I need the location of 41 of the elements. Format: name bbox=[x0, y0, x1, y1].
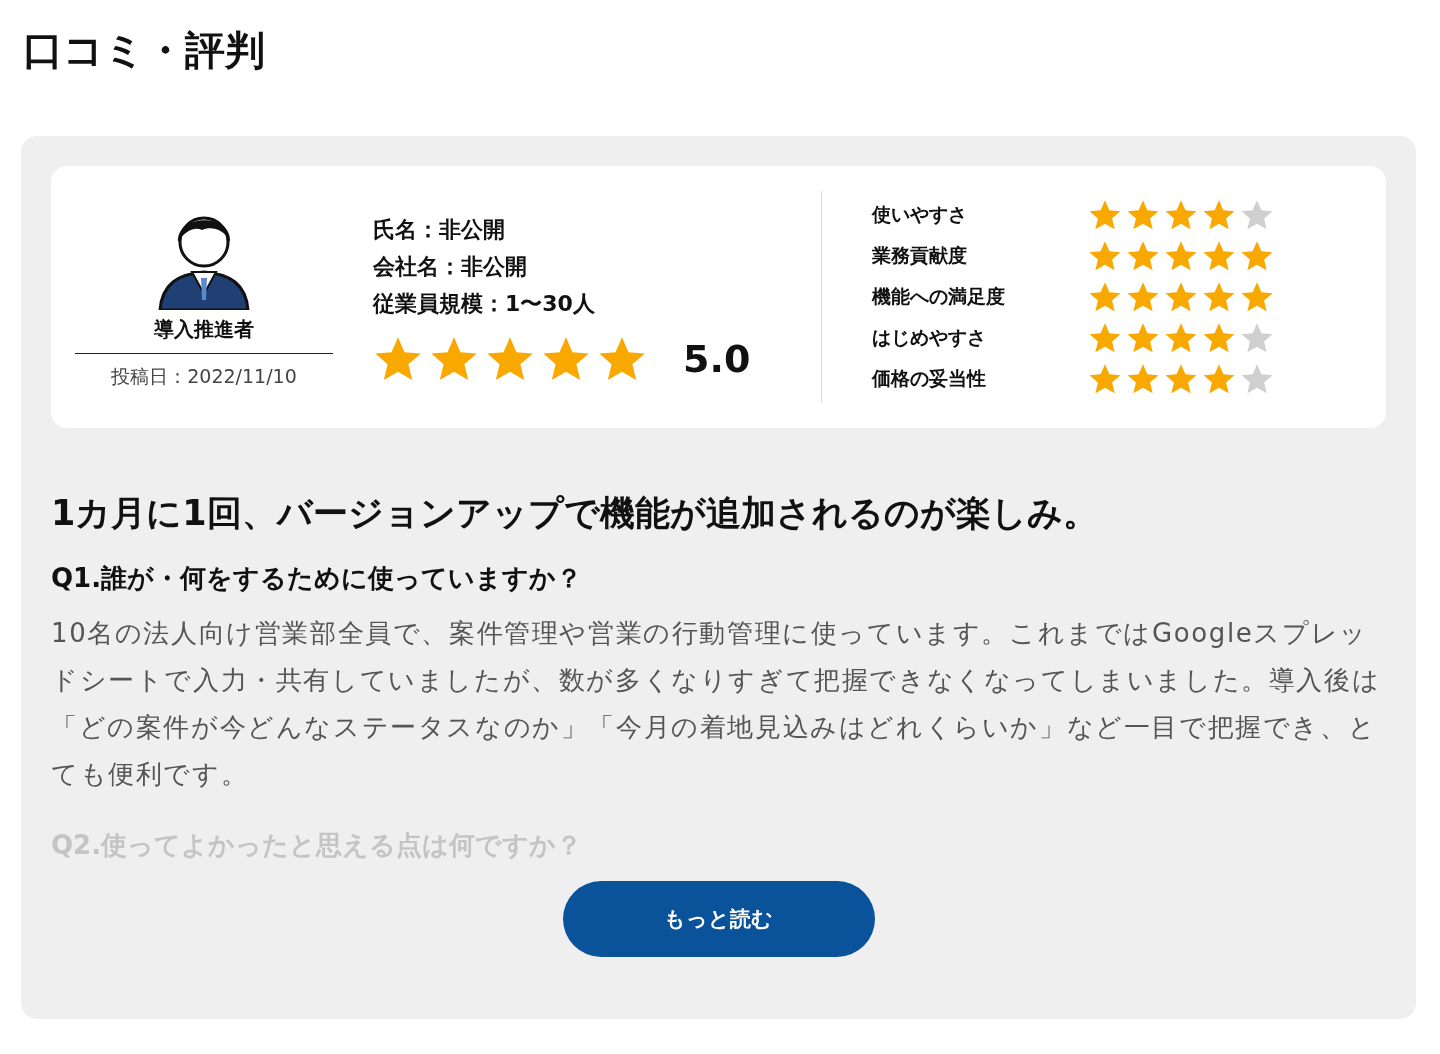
review-headline: 1カ月に1回、バージョンアップで機能が追加されるのが楽しみ。 bbox=[51, 492, 1099, 535]
star-icon bbox=[1164, 362, 1198, 396]
star-icon bbox=[1088, 239, 1122, 273]
star-icon bbox=[1164, 198, 1198, 232]
star-icon bbox=[1088, 362, 1122, 396]
star-icon bbox=[1164, 280, 1198, 314]
star-icon bbox=[1240, 280, 1274, 314]
reviewer-info: 会社名：非公開 bbox=[373, 252, 528, 281]
star-icon bbox=[1126, 239, 1160, 273]
answer-text: 10名の法人向け営業部全員で、案件管理や営業の行動管理に使っています。これまではGoogleスプレッドシートで入力・共有していましたが、数が多くなりすぎて把握できなくなってしまいました。導入後は「どの案件が今どんなステータスなのか」「今月の着地見込みはどれくらいか」など一目で把握でき、とても便利です。 bbox=[51, 617, 1382, 791]
star-icon bbox=[1126, 321, 1160, 355]
star-icon bbox=[1164, 239, 1198, 273]
rating-label: 使いやすさ bbox=[872, 202, 968, 227]
star-icon bbox=[1202, 362, 1236, 396]
rating-label: はじめやすさ bbox=[872, 325, 987, 350]
question-heading: Q1.誰が・何をするために使っていますか？ bbox=[51, 562, 584, 595]
star-icon bbox=[1202, 198, 1236, 232]
star-icon bbox=[1088, 280, 1122, 314]
empty-star-icon bbox=[1240, 198, 1274, 232]
star-icon bbox=[1126, 280, 1160, 314]
star-icon bbox=[1126, 362, 1160, 396]
star-icon bbox=[1088, 198, 1122, 232]
empty-star-icon bbox=[1240, 362, 1274, 396]
rating-label: 価格の妥当性 bbox=[872, 366, 987, 391]
star-icon bbox=[1126, 198, 1160, 232]
read-more-button[interactable]: もっと読む bbox=[562, 881, 875, 957]
overall-score: 5.0 bbox=[683, 336, 751, 381]
star-icon bbox=[1088, 321, 1122, 355]
star-icon bbox=[1240, 239, 1274, 273]
posted-date: 投稿日：2022/11/10 bbox=[111, 364, 297, 389]
rating-label: 業務貢献度 bbox=[872, 243, 968, 268]
empty-star-icon bbox=[1240, 321, 1274, 355]
reviewer-info: 氏名：非公開 bbox=[373, 215, 506, 244]
star-icon bbox=[1164, 321, 1198, 355]
reviewer-role: 導入推進者 bbox=[75, 310, 333, 354]
page-title: 口コミ・評判 bbox=[23, 26, 266, 75]
star-icon bbox=[1202, 321, 1236, 355]
reviewer-info: 従業員規模：1〜30人 bbox=[373, 289, 596, 318]
star-icon bbox=[1202, 239, 1236, 273]
star-icon bbox=[1202, 280, 1236, 314]
rating-label: 機能への満足度 bbox=[872, 284, 1006, 309]
